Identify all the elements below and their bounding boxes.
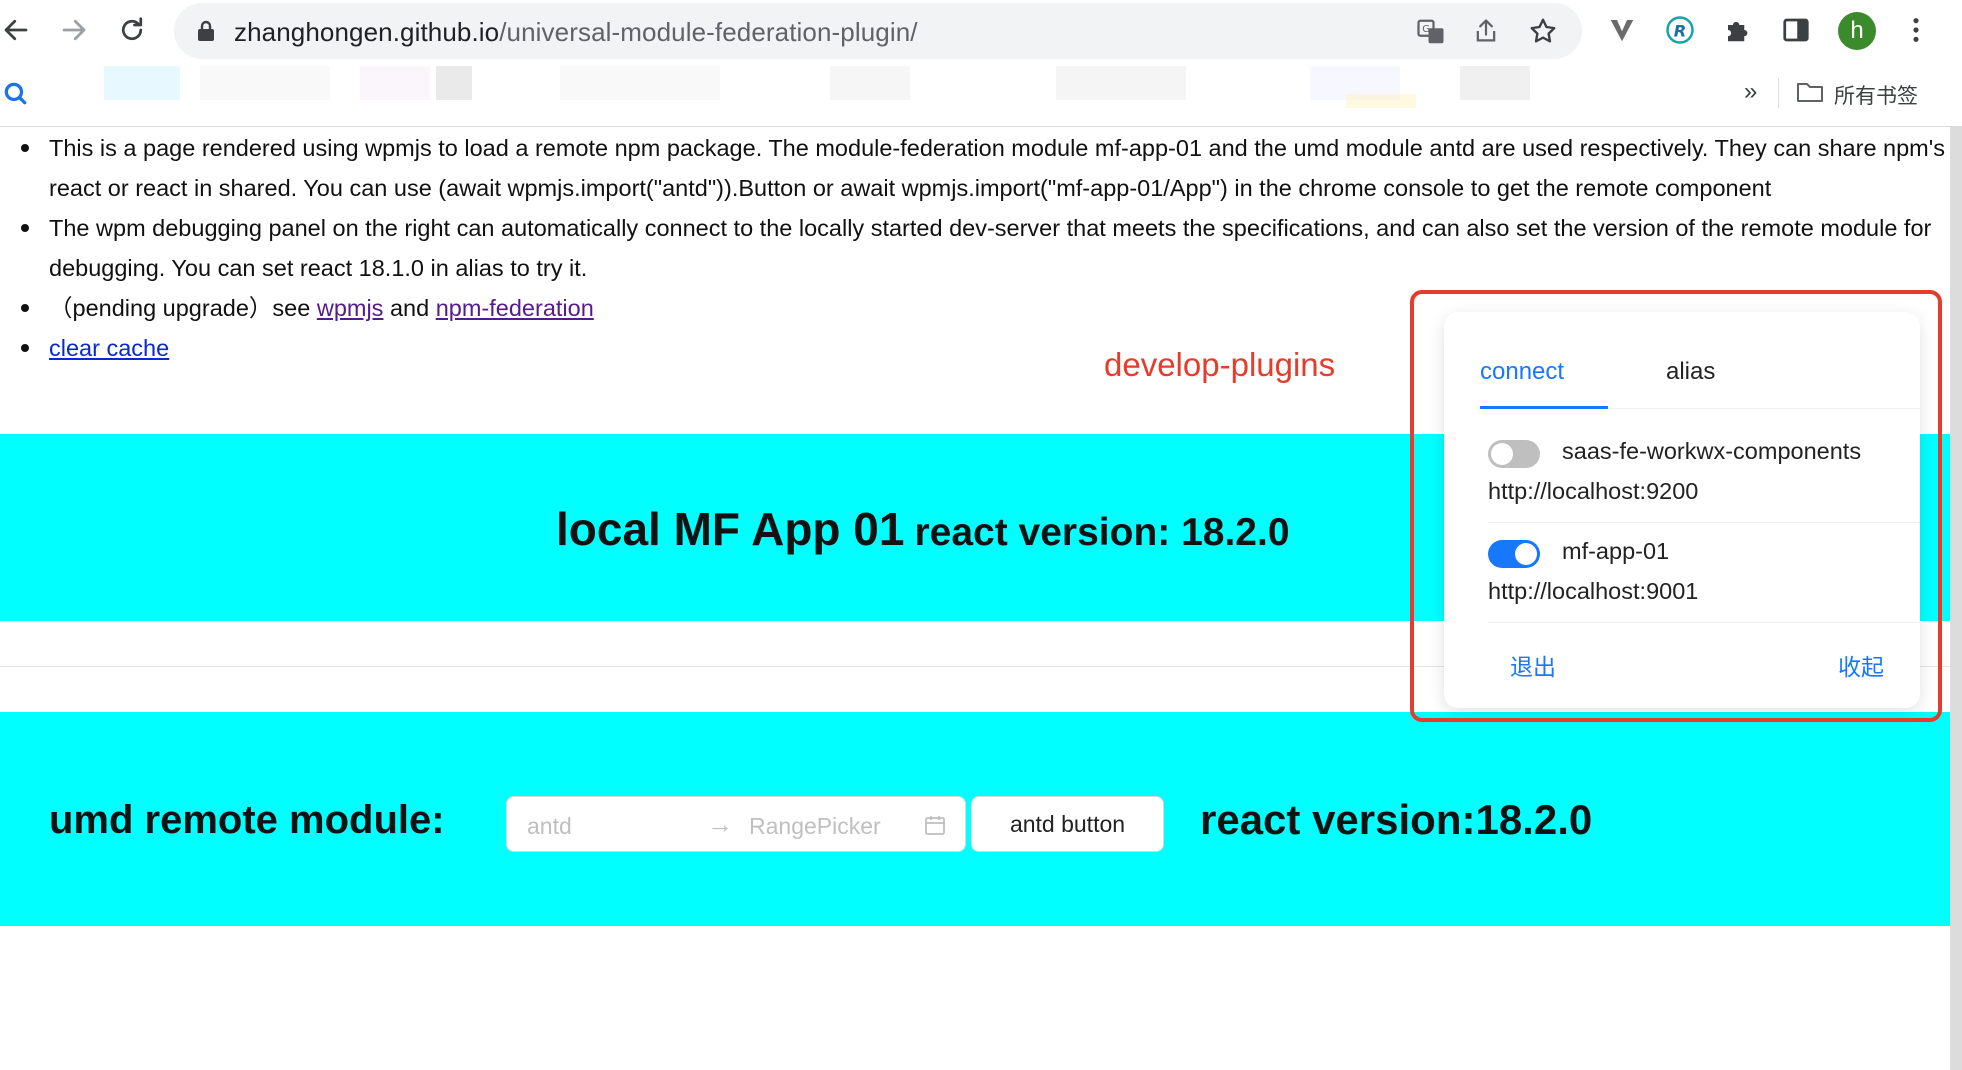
bookmark-favicon-icon[interactable]: [2, 80, 28, 111]
forward-arrow-icon[interactable]: [58, 14, 90, 46]
antd-button[interactable]: antd button: [971, 796, 1164, 852]
bookmark-star-icon[interactable]: [1528, 16, 1558, 51]
list-item: This is a page rendered using wpmjs to l…: [21, 128, 1962, 208]
avatar-letter: h: [1850, 17, 1864, 44]
mf-react-version: react version: 18.2.0: [914, 511, 1290, 554]
mf-app-title: local MF App 01: [556, 503, 905, 555]
blurred-bookmark[interactable]: [560, 66, 720, 100]
share-icon[interactable]: [1472, 16, 1500, 51]
translate-icon[interactable]: G: [1416, 17, 1446, 52]
blurred-bookmark[interactable]: [360, 66, 430, 100]
wpmjs-link[interactable]: wpmjs: [317, 295, 384, 321]
range-end-input[interactable]: RangePicker: [749, 813, 881, 840]
bookmarks-divider: [1778, 78, 1779, 108]
side-panel-icon[interactable]: [1780, 14, 1812, 46]
back-arrow-icon[interactable]: [0, 14, 32, 46]
blurred-bookmark[interactable]: [1346, 94, 1416, 108]
umd-section: umd remote module: antd → RangePicker an…: [0, 712, 1962, 926]
extension-r-icon[interactable]: R: [1664, 14, 1696, 46]
mf-app-heading: local MF App 01 react version: 18.2.0: [556, 502, 1290, 556]
range-start-input[interactable]: antd: [527, 813, 572, 840]
extension-v-icon[interactable]: [1606, 14, 1638, 46]
reload-icon[interactable]: [116, 14, 148, 46]
blurred-bookmark[interactable]: [200, 66, 330, 100]
window-edge: [1950, 126, 1962, 1070]
url-text: zhanghongen.github.io/universal-module-f…: [234, 17, 918, 48]
all-bookmarks-label: 所有书签: [1834, 85, 1918, 108]
bookmarks-bar: » 所有书签: [0, 64, 1962, 127]
note-debug-panel: The wpm debugging panel on the right can…: [49, 215, 1932, 281]
blurred-bookmark[interactable]: [436, 66, 472, 100]
note-pending-prefix: （pending upgrade）see: [49, 295, 317, 321]
highlight-frame: [1410, 290, 1942, 722]
svg-text:R: R: [1674, 21, 1687, 40]
blurred-bookmark[interactable]: [1460, 66, 1530, 100]
extensions-puzzle-icon[interactable]: [1722, 14, 1754, 46]
blurred-bookmark[interactable]: [830, 66, 910, 100]
lock-icon[interactable]: [196, 19, 216, 48]
note-and: and: [383, 295, 436, 321]
clear-cache-link[interactable]: clear cache: [49, 335, 169, 361]
umd-react-version: react version:18.2.0: [1200, 796, 1593, 843]
folder-icon: [1796, 80, 1824, 110]
more-menu-icon[interactable]: [1900, 14, 1932, 46]
svg-text:G: G: [1422, 24, 1430, 35]
umd-module-label: umd remote module:: [49, 798, 445, 842]
url-host: zhanghongen.github.io: [234, 17, 500, 47]
all-bookmarks-button[interactable]: 所有书签: [1796, 80, 1918, 110]
develop-plugins-annotation: develop-plugins: [1104, 346, 1336, 383]
blurred-bookmark[interactable]: [1056, 66, 1186, 100]
note-wpmjs-intro: This is a page rendered using wpmjs to l…: [49, 135, 1945, 201]
browser-toolbar: zhanghongen.github.io/universal-module-f…: [0, 0, 1962, 64]
address-bar[interactable]: zhanghongen.github.io/universal-module-f…: [174, 3, 1582, 59]
url-path: /universal-module-federation-plugin/: [499, 17, 918, 47]
bookmarks-overflow-button[interactable]: »: [1744, 78, 1757, 106]
profile-avatar[interactable]: h: [1838, 12, 1876, 50]
range-picker[interactable]: antd → RangePicker: [506, 796, 966, 852]
range-arrow-icon: →: [707, 809, 733, 839]
list-item: The wpm debugging panel on the right can…: [21, 208, 1962, 288]
calendar-icon[interactable]: [923, 813, 947, 842]
npm-federation-link[interactable]: npm-federation: [436, 295, 594, 321]
blurred-bookmark[interactable]: [104, 66, 180, 100]
